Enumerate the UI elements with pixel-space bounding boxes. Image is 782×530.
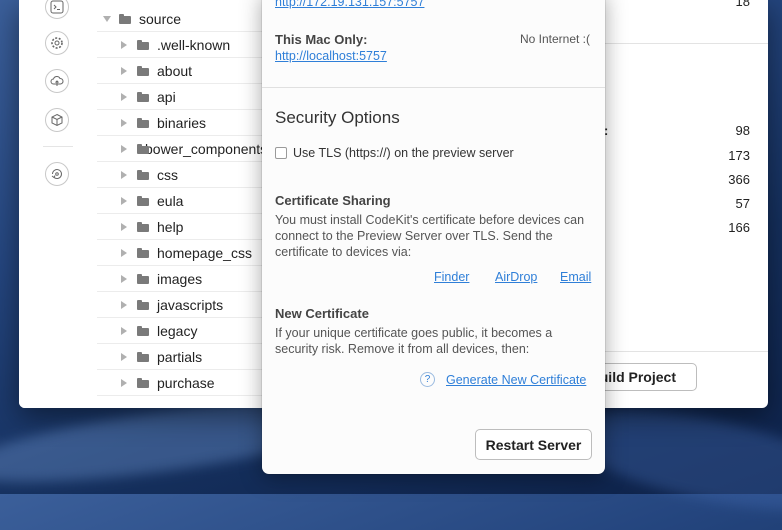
tree-row-label: legacy <box>157 322 198 339</box>
tree-row[interactable]: binaries <box>97 110 267 136</box>
disclosure-closed-icon[interactable] <box>121 248 127 257</box>
tree-row-label: .well-known <box>157 36 231 53</box>
tree-row[interactable]: javascripts <box>97 292 267 318</box>
disclosure-closed-icon[interactable] <box>121 144 127 153</box>
tree-row-label: javascripts <box>157 296 224 313</box>
tree-row-label: images <box>157 270 203 287</box>
use-tls-label: Use TLS (https://) on the preview server <box>293 146 514 160</box>
folder-icon <box>119 13 131 24</box>
new-certificate-title: New Certificate <box>275 306 369 321</box>
disclosure-closed-icon[interactable] <box>121 40 127 49</box>
tree-row-label: partials <box>157 348 203 365</box>
disclosure-closed-icon[interactable] <box>121 196 127 205</box>
terminal-icon <box>50 0 64 14</box>
disclosure-closed-icon[interactable] <box>121 300 127 309</box>
folder-icon <box>137 247 149 258</box>
tree-row-label: purchase <box>157 374 215 391</box>
disclosure-closed-icon[interactable] <box>121 352 127 361</box>
folder-icon <box>137 273 149 284</box>
disclosure-closed-icon[interactable] <box>121 66 127 75</box>
folder-icon <box>137 351 149 362</box>
left-icon-rail <box>19 0 97 408</box>
stat-value: 98 <box>735 123 750 138</box>
tree-row[interactable]: about <box>97 58 267 84</box>
tree-row-label: eula <box>157 192 184 209</box>
tree-row[interactable]: purchase <box>97 370 267 396</box>
new-certificate-text: If your unique certificate goes public, … <box>275 326 553 356</box>
tree-row-label: about <box>157 62 193 79</box>
tree-row[interactable]: images <box>97 266 267 292</box>
package-button[interactable] <box>45 108 69 132</box>
tree-row-label: help <box>157 218 184 235</box>
share-finder-link[interactable]: Finder <box>434 270 469 284</box>
mac-only-label: This Mac Only: <box>275 32 368 47</box>
folder-icon <box>137 117 149 128</box>
folder-icon <box>137 221 149 232</box>
preview-server-popover: http://172.19.131.157:5757 This Mac Only… <box>262 0 605 474</box>
disclosure-open-icon[interactable] <box>103 15 111 22</box>
folder-icon <box>137 325 149 336</box>
stat-value: 57 <box>735 196 750 211</box>
certificate-sharing-title: Certificate Sharing <box>275 193 391 208</box>
tree-row[interactable]: bower_components <box>97 136 267 162</box>
package-icon <box>51 113 63 127</box>
restart-server-button[interactable]: Restart Server <box>475 429 592 460</box>
tree-row[interactable]: api <box>97 84 267 110</box>
folder-icon <box>137 299 149 310</box>
share-email-link[interactable]: Email <box>560 270 591 284</box>
disclosure-closed-icon[interactable] <box>121 118 127 127</box>
folder-icon <box>137 195 149 206</box>
disclosure-closed-icon[interactable] <box>121 274 127 283</box>
terminal-button[interactable] <box>45 0 69 19</box>
tree-row[interactable]: help <box>97 214 267 240</box>
stats-divider <box>599 43 768 44</box>
tree-row-label: source <box>139 10 182 27</box>
use-tls-checkbox[interactable] <box>275 147 287 159</box>
no-internet-label: No Internet :( <box>519 32 590 46</box>
stat-value: 173 <box>728 148 750 163</box>
disclosure-closed-icon[interactable] <box>121 222 127 231</box>
tree-row-label: css <box>157 166 178 183</box>
settings-button[interactable] <box>45 31 69 55</box>
disclosure-closed-icon[interactable] <box>121 378 127 387</box>
rail-divider <box>43 146 73 147</box>
disclosure-closed-icon[interactable] <box>121 326 127 335</box>
folder-icon <box>137 39 149 50</box>
tree-row[interactable]: .well-known <box>97 32 267 58</box>
tree-row[interactable]: homepage_css <box>97 240 267 266</box>
folder-icon <box>137 65 149 76</box>
use-tls-option[interactable]: Use TLS (https://) on the preview server <box>275 146 514 160</box>
cloud-upload-button[interactable] <box>45 69 69 93</box>
gear-icon <box>51 37 63 49</box>
stat-value: 366 <box>728 172 750 187</box>
tree-row-label: binaries <box>157 114 207 131</box>
network-url-link[interactable]: http://172.19.131.157:5757 <box>275 0 424 9</box>
localhost-url-link[interactable]: http://localhost:5757 <box>275 49 387 63</box>
sync-icon <box>51 169 62 180</box>
popover-divider <box>262 87 605 88</box>
tree-row[interactable]: legacy <box>97 318 267 344</box>
help-icon[interactable]: ? <box>420 372 435 387</box>
tree-row-label: homepage_css <box>157 244 252 261</box>
sync-button[interactable] <box>45 162 69 186</box>
disclosure-closed-icon[interactable] <box>121 170 127 179</box>
tree-row[interactable]: partials <box>97 344 267 370</box>
stat-value: 166 <box>728 220 750 235</box>
tree-row-source[interactable]: source <box>97 6 267 32</box>
security-options-title: Security Options <box>275 108 400 127</box>
folder-icon <box>137 377 149 388</box>
folder-icon <box>137 169 149 180</box>
tree-row-label: api <box>157 88 176 105</box>
generate-new-certificate-link[interactable]: Generate New Certificate <box>446 373 586 387</box>
tree-row[interactable]: eula <box>97 188 267 214</box>
tree-row-label: bower_components <box>145 140 267 157</box>
folder-icon <box>137 91 149 102</box>
certificate-sharing-text: You must install CodeKit's certificate b… <box>275 213 585 259</box>
share-airdrop-link[interactable]: AirDrop <box>495 270 537 284</box>
cloud-upload-icon <box>50 76 64 86</box>
disclosure-closed-icon[interactable] <box>121 92 127 101</box>
tree-row[interactable]: css <box>97 162 267 188</box>
stat-top-value: 18 <box>735 0 750 9</box>
